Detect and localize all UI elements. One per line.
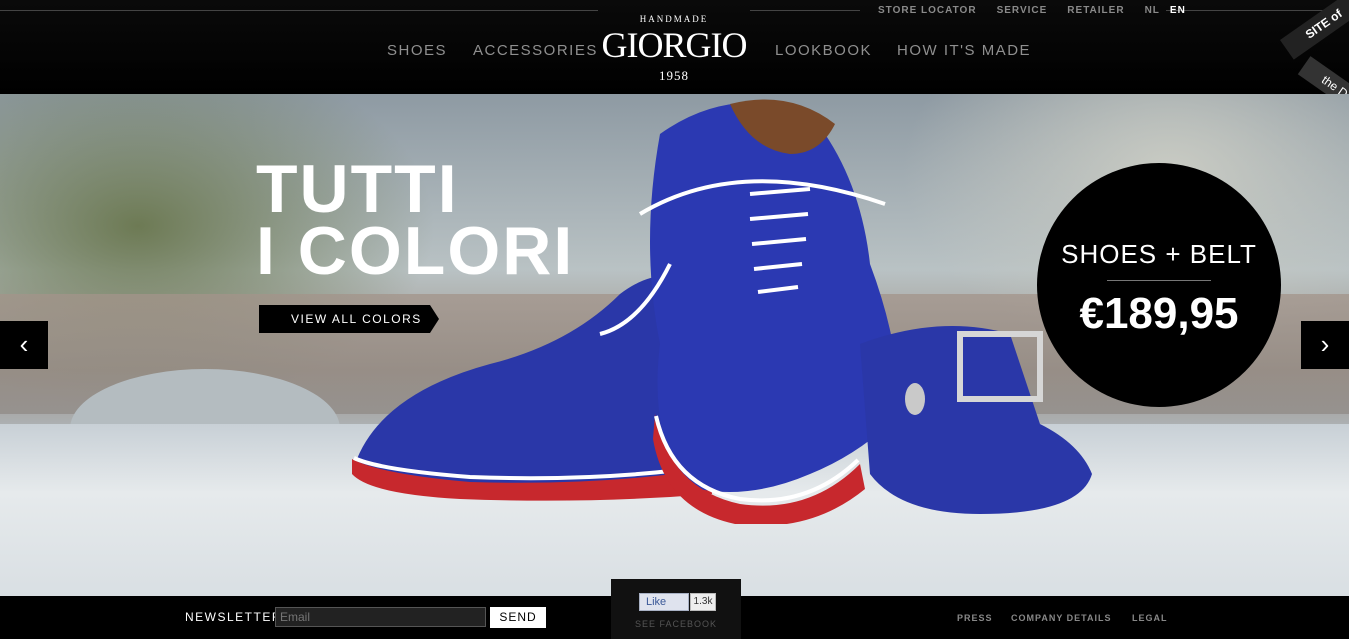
- price-badge[interactable]: SHOES + BELT €189,95: [1037, 163, 1281, 407]
- newsletter-label: NEWSLETTER: [185, 610, 283, 624]
- header-rule-left: [0, 10, 598, 11]
- legal-link[interactable]: LEGAL: [1132, 613, 1168, 623]
- nav-how-its-made[interactable]: HOW IT'S MADE: [897, 42, 1031, 59]
- facebook-widget: Like 1.3k SEE FACEBOOK: [611, 579, 741, 639]
- see-facebook-link[interactable]: SEE FACEBOOK: [611, 619, 741, 629]
- utility-nav: STORE LOCATOR SERVICE RETAILER NL EN: [868, 5, 1196, 17]
- hero-headline: TUTTI I COLORI: [256, 151, 575, 289]
- lang-en-link[interactable]: EN: [1170, 5, 1196, 17]
- logo-year: 1958: [659, 68, 689, 83]
- view-all-colors-button[interactable]: VIEW ALL COLORS: [259, 305, 439, 333]
- price-value: €189,95: [1079, 289, 1239, 338]
- facebook-like-count: 1.3k: [690, 593, 716, 611]
- logo-handmade: HANDMADE: [639, 14, 709, 24]
- retailer-link[interactable]: RETAILER: [1057, 5, 1134, 17]
- nav-accessories[interactable]: ACCESSORIES: [473, 42, 598, 59]
- site-footer: NEWSLETTER SEND Like 1.3k SEE FACEBOOK P…: [0, 579, 1349, 639]
- price-title: SHOES + BELT: [1061, 239, 1257, 269]
- slider-next-icon[interactable]: ›: [1301, 321, 1349, 369]
- lang-nl-link[interactable]: NL: [1135, 5, 1170, 17]
- header-rule-mid: [750, 10, 860, 11]
- hero-banner: TUTTI I COLORI VIEW ALL COLORS ‹ › SHOES…: [0, 94, 1349, 596]
- store-locator-link[interactable]: STORE LOCATOR: [868, 5, 987, 17]
- nav-shoes[interactable]: SHOES: [387, 42, 447, 59]
- service-link[interactable]: SERVICE: [987, 5, 1058, 17]
- slider-prev-icon[interactable]: ‹: [0, 321, 48, 369]
- newsletter-send-button[interactable]: SEND: [490, 607, 546, 628]
- price-divider: [1107, 280, 1211, 281]
- site-header: STORE LOCATOR SERVICE RETAILER NL EN SHO…: [0, 0, 1349, 126]
- newsletter-email-input[interactable]: [275, 607, 486, 627]
- site-of-the-day-badge[interactable]: SITE of: [1280, 0, 1349, 60]
- facebook-like-button[interactable]: Like: [639, 593, 689, 611]
- giorgio-logo[interactable]: HANDMADE GIORGIO 1958: [598, 12, 750, 86]
- press-link[interactable]: PRESS: [957, 613, 993, 623]
- company-details-link[interactable]: COMPANY DETAILS: [1011, 613, 1112, 623]
- logo-wordmark: GIORGIO: [601, 25, 748, 65]
- nav-lookbook[interactable]: LOOKBOOK: [775, 42, 872, 59]
